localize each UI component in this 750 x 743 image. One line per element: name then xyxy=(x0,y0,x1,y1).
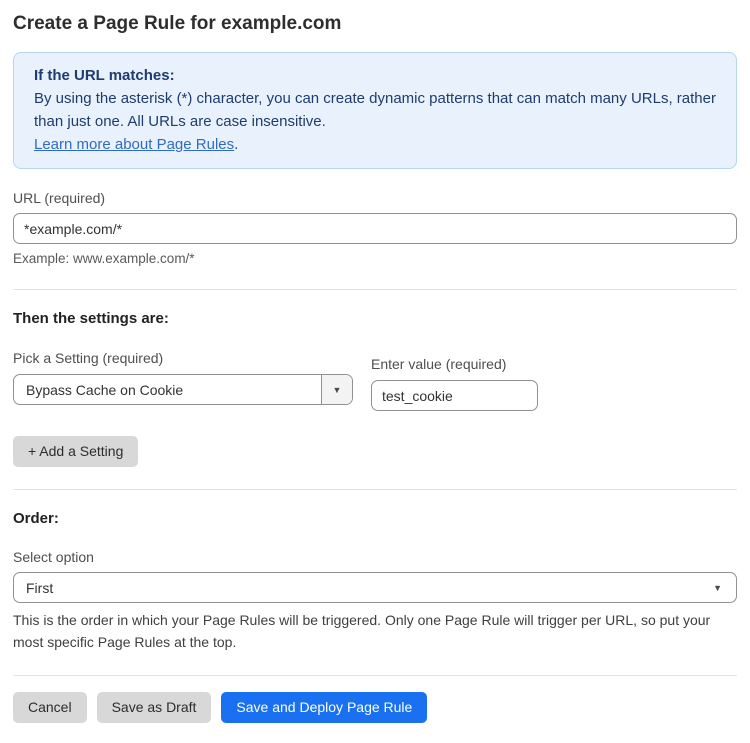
order-select-label: Select option xyxy=(13,549,737,566)
order-section-heading: Order: xyxy=(13,510,737,528)
footer-button-row: Cancel Save as Draft Save and Deploy Pag… xyxy=(13,692,737,723)
learn-more-link[interactable]: Learn more about Page Rules xyxy=(34,136,234,153)
cancel-button[interactable]: Cancel xyxy=(13,692,87,723)
url-matches-info-box: If the URL matches: By using the asteris… xyxy=(13,52,737,169)
link-period: . xyxy=(234,136,238,153)
add-setting-button[interactable]: + Add a Setting xyxy=(13,436,138,467)
section-divider xyxy=(13,289,737,290)
setting-select-value: Bypass Cache on Cookie xyxy=(14,375,321,404)
setting-value-column: Enter value (required) xyxy=(371,356,538,411)
setting-picker-column: Pick a Setting (required) Bypass Cache o… xyxy=(13,350,353,405)
save-as-draft-button[interactable]: Save as Draft xyxy=(97,692,212,723)
order-helper-text: This is the order in which your Page Rul… xyxy=(13,609,737,653)
section-divider xyxy=(13,675,737,676)
url-example-helper: Example: www.example.com/* xyxy=(13,250,737,267)
setting-select-arrow-button[interactable]: ▼ xyxy=(321,375,352,404)
order-select-value: First xyxy=(26,580,53,596)
order-select[interactable]: First ▼ xyxy=(13,572,737,603)
create-page-rule-form: Create a Page Rule for example.com If th… xyxy=(0,0,750,743)
info-box-body: By using the asterisk (*) character, you… xyxy=(34,87,716,133)
setting-value-label: Enter value (required) xyxy=(371,356,538,373)
url-input[interactable] xyxy=(13,213,737,244)
setting-picker-label: Pick a Setting (required) xyxy=(13,350,353,367)
setting-select[interactable]: Bypass Cache on Cookie ▼ xyxy=(13,374,353,405)
save-and-deploy-button[interactable]: Save and Deploy Page Rule xyxy=(221,692,427,723)
section-divider xyxy=(13,489,737,490)
url-field-label: URL (required) xyxy=(13,190,737,207)
setting-value-input[interactable] xyxy=(371,380,538,411)
settings-row: Pick a Setting (required) Bypass Cache o… xyxy=(13,350,737,411)
page-title: Create a Page Rule for example.com xyxy=(13,12,737,36)
settings-section-heading: Then the settings are: xyxy=(13,310,737,328)
chevron-down-icon: ▼ xyxy=(713,583,722,593)
info-box-link-line: Learn more about Page Rules. xyxy=(34,133,716,156)
chevron-down-icon: ▼ xyxy=(333,385,342,395)
info-box-heading: If the URL matches: xyxy=(34,64,716,87)
